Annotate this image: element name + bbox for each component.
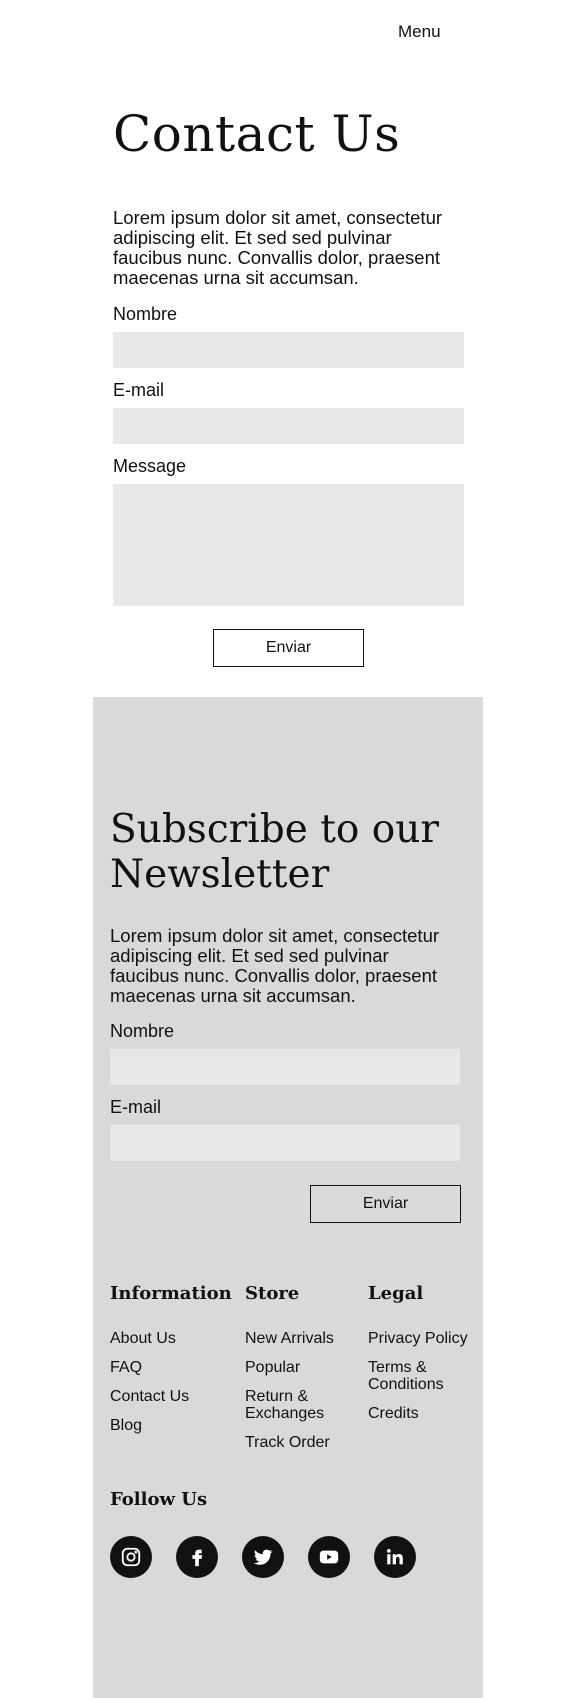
newsletter-submit-button[interactable]: Enviar [310,1185,461,1223]
newsletter-email-label: E-mail [110,1097,162,1117]
footer-link-track-order[interactable]: Track Order [245,1434,355,1451]
footer-link-return-exchanges[interactable]: Return & Exchanges [245,1388,355,1422]
youtube-icon[interactable] [308,1536,350,1578]
follow-us-heading: Follow Us [110,1489,208,1510]
instagram-icon[interactable] [110,1536,152,1578]
footer-column-information: Information About Us FAQ Contact Us Blog [110,1283,240,1446]
contact-name-label: Nombre [113,304,178,324]
footer-link-privacy-policy[interactable]: Privacy Policy [368,1330,473,1347]
contact-description: Lorem ipsum dolor sit amet, consectetur … [113,207,443,288]
contact-message-label: Message [113,456,187,476]
newsletter-name-input[interactable] [110,1049,460,1085]
footer-link-about-us[interactable]: About Us [110,1330,240,1347]
footer-link-contact-us[interactable]: Contact Us [110,1388,240,1405]
contact-email-input[interactable] [113,408,464,444]
facebook-icon[interactable] [176,1536,218,1578]
newsletter-name-label: Nombre [110,1021,175,1041]
footer-link-faq[interactable]: FAQ [110,1359,240,1376]
contact-message-textarea[interactable] [113,484,464,606]
linkedin-icon[interactable] [374,1536,416,1578]
footer-link-credits[interactable]: Credits [368,1405,473,1422]
footer-heading-store: Store [245,1283,300,1304]
footer-section: Subscribe to our Newsletter Lorem ipsum … [93,697,483,1698]
menu-button[interactable]: Menu [398,22,441,42]
contact-email-label: E-mail [113,380,165,400]
contact-submit-button[interactable]: Enviar [213,629,364,667]
footer-link-popular[interactable]: Popular [245,1359,355,1376]
footer-heading-legal: Legal [368,1283,424,1304]
newsletter-title: Subscribe to our Newsletter [110,807,440,897]
contact-title: Contact Us [113,105,401,163]
footer-link-terms-conditions[interactable]: Terms & Conditions [368,1359,473,1393]
twitter-icon[interactable] [242,1536,284,1578]
contact-name-input[interactable] [113,332,464,368]
footer-column-store: Store New Arrivals Popular Return & Exch… [245,1283,355,1463]
newsletter-email-input[interactable] [110,1125,460,1161]
social-links [110,1536,416,1578]
footer-column-legal: Legal Privacy Policy Terms & Conditions … [368,1283,473,1434]
footer-heading-information: Information [110,1283,232,1304]
newsletter-description: Lorem ipsum dolor sit amet, consectetur … [110,925,440,1006]
footer-link-new-arrivals[interactable]: New Arrivals [245,1330,355,1347]
footer-link-blog[interactable]: Blog [110,1417,240,1434]
